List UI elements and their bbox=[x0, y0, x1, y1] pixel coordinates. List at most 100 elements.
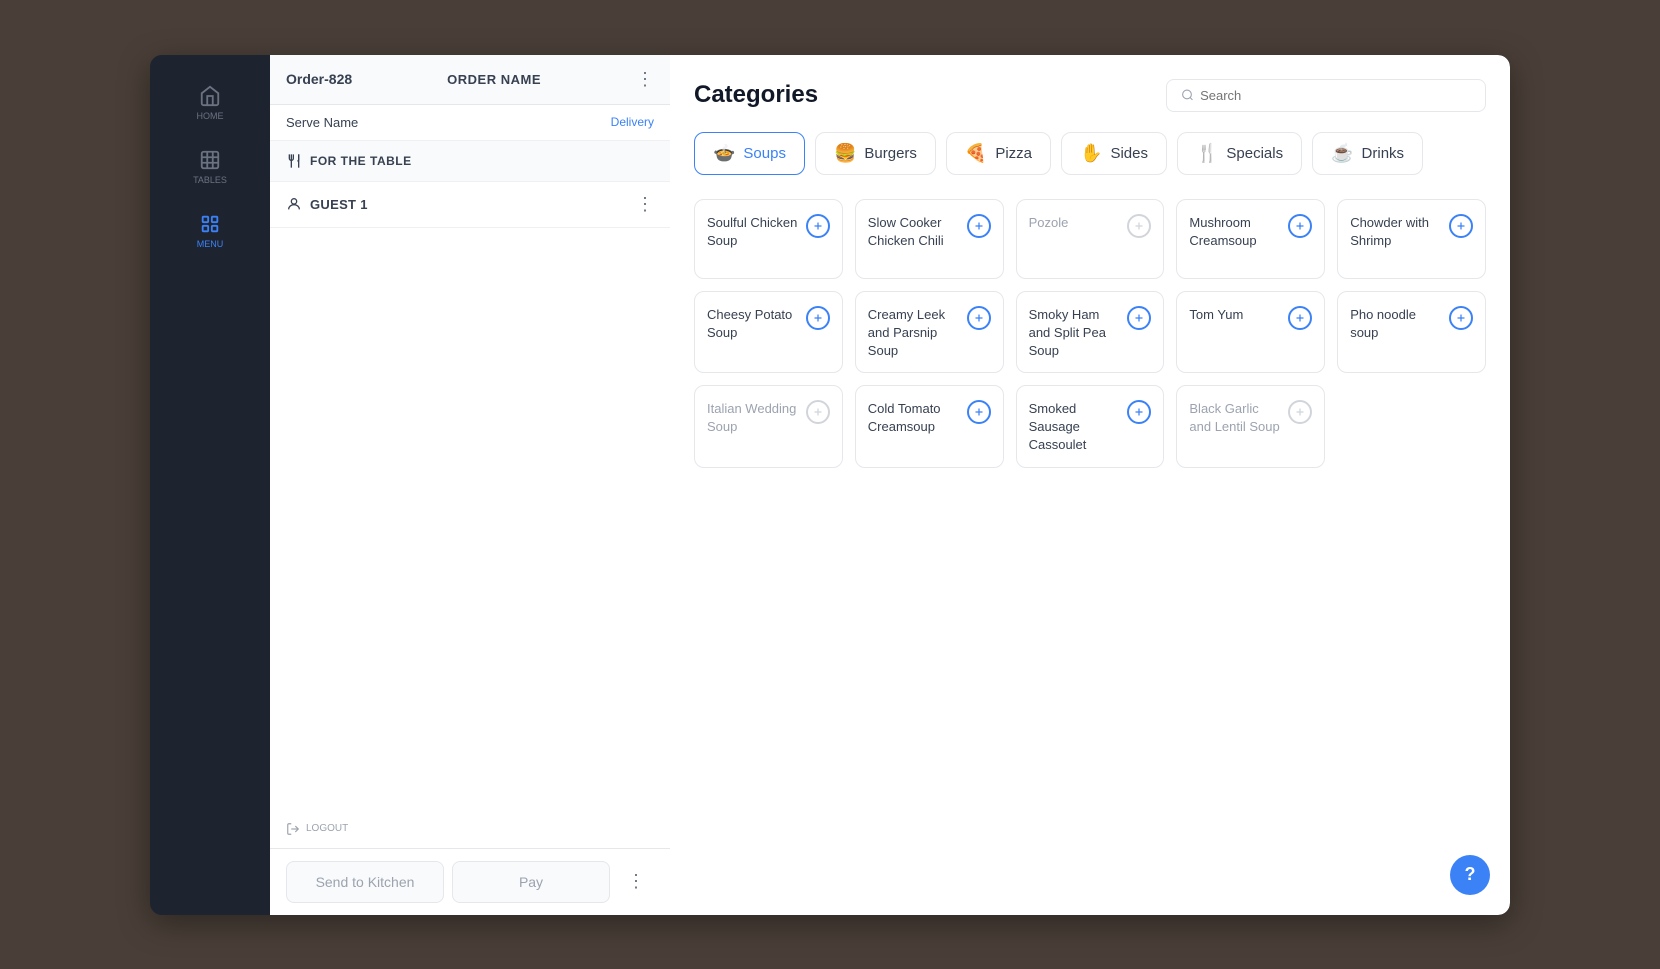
sidebar-item-home-label: HOME bbox=[197, 111, 224, 121]
add-item-button[interactable] bbox=[806, 400, 830, 424]
menu-item-name: Smoky Ham and Split Pea Soup bbox=[1029, 306, 1128, 361]
order-name-label: ORDER NAME bbox=[447, 72, 541, 87]
order-options-button[interactable]: ⋮ bbox=[636, 69, 654, 90]
serve-name-label: Serve Name bbox=[286, 115, 358, 130]
menu-items-grid: Soulful Chicken Soup Slow Cooker Chicken … bbox=[694, 199, 1486, 468]
menu-item-name: Italian Wedding Soup bbox=[707, 400, 806, 436]
tables-icon bbox=[199, 149, 221, 171]
search-box[interactable] bbox=[1166, 79, 1486, 112]
menu-item-card[interactable]: Black Garlic and Lentil Soup bbox=[1176, 385, 1325, 468]
add-item-button[interactable] bbox=[1127, 214, 1151, 238]
tab-specials[interactable]: 🍴 Specials bbox=[1177, 132, 1302, 175]
for-table-row: FOR THE TABLE bbox=[270, 141, 670, 182]
menu-item-card[interactable]: Cold Tomato Creamsoup bbox=[855, 385, 1004, 468]
add-item-button[interactable] bbox=[1127, 306, 1151, 330]
menu-item-card[interactable]: Smoky Ham and Split Pea Soup bbox=[1016, 291, 1165, 374]
menu-panel: Categories 🍲 Soups 🍔 Burgers 🍕 bbox=[670, 55, 1510, 915]
burgers-icon: 🍔 bbox=[834, 143, 856, 164]
help-button[interactable]: ? bbox=[1450, 855, 1490, 895]
guest-options-button[interactable]: ⋮ bbox=[636, 194, 654, 215]
guest-row: GUEST 1 ⋮ bbox=[270, 182, 670, 228]
guest-info: GUEST 1 bbox=[286, 196, 368, 212]
menu-item-card[interactable]: Italian Wedding Soup bbox=[694, 385, 843, 468]
menu-item-card[interactable]: Chowder with Shrimp bbox=[1337, 199, 1486, 279]
drinks-icon: ☕ bbox=[1331, 143, 1353, 164]
tab-soups[interactable]: 🍲 Soups bbox=[694, 132, 805, 175]
categories-title: Categories bbox=[694, 81, 818, 109]
sides-icon: ✋ bbox=[1080, 143, 1102, 164]
order-panel: Order-828 ORDER NAME ⋮ Serve Name Delive… bbox=[270, 55, 670, 915]
guest-icon bbox=[286, 196, 302, 212]
menu-item-card[interactable]: Slow Cooker Chicken Chili bbox=[855, 199, 1004, 279]
menu-item-name: Slow Cooker Chicken Chili bbox=[868, 214, 967, 250]
sidebar-item-menu[interactable]: MENU bbox=[150, 199, 270, 263]
tab-pizza[interactable]: 🍕 Pizza bbox=[946, 132, 1051, 175]
menu-item-name: Cheesy Potato Soup bbox=[707, 306, 806, 342]
add-item-button[interactable] bbox=[967, 214, 991, 238]
order-footer: Send to Kitchen Pay ⋮ bbox=[270, 848, 670, 915]
tab-specials-label: Specials bbox=[1226, 145, 1283, 162]
sidebar-item-menu-label: MENU bbox=[197, 239, 224, 249]
logout-icon bbox=[286, 822, 300, 836]
logout-row[interactable]: LOGOUT bbox=[270, 814, 670, 848]
category-tabs: 🍲 Soups 🍔 Burgers 🍕 Pizza ✋ Sides 🍴 Spec… bbox=[694, 132, 1486, 175]
tab-soups-label: Soups bbox=[743, 145, 786, 162]
menu-item-name: Chowder with Shrimp bbox=[1350, 214, 1449, 250]
menu-item-name: Pozole bbox=[1029, 214, 1128, 232]
add-item-button[interactable] bbox=[806, 306, 830, 330]
order-header: Order-828 ORDER NAME ⋮ bbox=[270, 55, 670, 105]
sidebar: HOME TABLES MENU bbox=[150, 55, 270, 915]
add-item-button[interactable] bbox=[1288, 306, 1312, 330]
search-input[interactable] bbox=[1200, 88, 1471, 103]
menu-item-card[interactable]: Creamy Leek and Parsnip Soup bbox=[855, 291, 1004, 374]
tab-drinks[interactable]: ☕ Drinks bbox=[1312, 132, 1423, 175]
add-item-button[interactable] bbox=[806, 214, 830, 238]
menu-item-card[interactable]: Mushroom Creamsoup bbox=[1176, 199, 1325, 279]
add-item-button[interactable] bbox=[1288, 214, 1312, 238]
add-item-button[interactable] bbox=[1449, 214, 1473, 238]
order-id: Order-828 bbox=[286, 71, 352, 87]
menu-item-name: Smoked Sausage Cassoulet bbox=[1029, 400, 1128, 455]
sidebar-item-home[interactable]: HOME bbox=[150, 71, 270, 135]
send-to-kitchen-button[interactable]: Send to Kitchen bbox=[286, 861, 444, 903]
logout-label: LOGOUT bbox=[306, 823, 348, 834]
add-item-button[interactable] bbox=[967, 306, 991, 330]
guest-label: GUEST 1 bbox=[310, 197, 368, 212]
menu-item-card[interactable]: Pho noodle soup bbox=[1337, 291, 1486, 374]
tab-burgers-label: Burgers bbox=[864, 145, 917, 162]
menu-item-name: Soulful Chicken Soup bbox=[707, 214, 806, 250]
serve-row: Serve Name Delivery bbox=[270, 105, 670, 141]
tab-burgers[interactable]: 🍔 Burgers bbox=[815, 132, 936, 175]
menu-item-card[interactable]: Smoked Sausage Cassoulet bbox=[1016, 385, 1165, 468]
footer-options-button[interactable]: ⋮ bbox=[618, 864, 654, 900]
menu-item-name: Cold Tomato Creamsoup bbox=[868, 400, 967, 436]
menu-item-name: Creamy Leek and Parsnip Soup bbox=[868, 306, 967, 361]
pay-button[interactable]: Pay bbox=[452, 861, 610, 903]
menu-item-card[interactable]: Tom Yum bbox=[1176, 291, 1325, 374]
sidebar-item-tables[interactable]: TABLES bbox=[150, 135, 270, 199]
menu-icon bbox=[199, 213, 221, 235]
tab-pizza-label: Pizza bbox=[995, 145, 1032, 162]
soups-icon: 🍲 bbox=[713, 143, 735, 164]
sidebar-item-tables-label: TABLES bbox=[193, 175, 227, 185]
menu-item-name: Mushroom Creamsoup bbox=[1189, 214, 1288, 250]
add-item-button[interactable] bbox=[967, 400, 991, 424]
add-item-button[interactable] bbox=[1449, 306, 1473, 330]
menu-top-bar: Categories bbox=[694, 79, 1486, 112]
home-icon bbox=[199, 85, 221, 107]
menu-item-name: Tom Yum bbox=[1189, 306, 1288, 324]
menu-item-card[interactable]: Pozole bbox=[1016, 199, 1165, 279]
menu-item-card[interactable]: Cheesy Potato Soup bbox=[694, 291, 843, 374]
add-item-button[interactable] bbox=[1288, 400, 1312, 424]
menu-item-card[interactable]: Soulful Chicken Soup bbox=[694, 199, 843, 279]
add-item-button[interactable] bbox=[1127, 400, 1151, 424]
utensils-icon bbox=[286, 153, 302, 169]
pizza-icon: 🍕 bbox=[965, 143, 987, 164]
tab-sides[interactable]: ✋ Sides bbox=[1061, 132, 1167, 175]
specials-icon: 🍴 bbox=[1196, 143, 1218, 164]
tab-sides-label: Sides bbox=[1110, 145, 1148, 162]
menu-item-name: Black Garlic and Lentil Soup bbox=[1189, 400, 1288, 436]
for-table-label: FOR THE TABLE bbox=[310, 154, 412, 168]
tab-drinks-label: Drinks bbox=[1362, 145, 1405, 162]
delivery-badge: Delivery bbox=[611, 115, 654, 129]
